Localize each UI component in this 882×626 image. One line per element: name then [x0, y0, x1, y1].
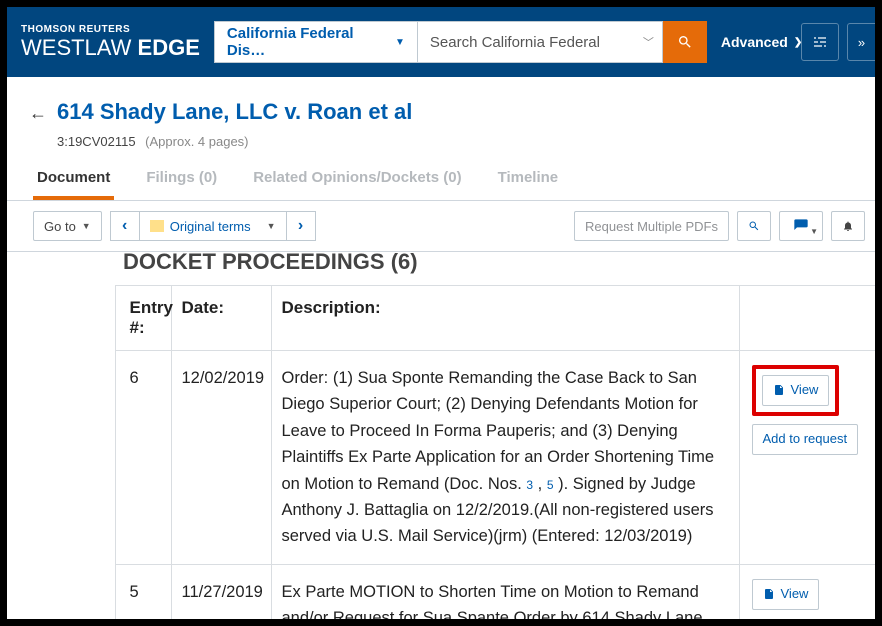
cell-description: Order: (1) Sua Sponte Remanding the Case…: [271, 351, 739, 565]
search-placeholder: Search California Federal: [430, 34, 600, 51]
docket-number: 3:19CV02115: [57, 134, 136, 149]
view-pdf-button[interactable]: View: [752, 579, 820, 610]
caret-down-icon: ▼: [82, 221, 91, 231]
table-row: 5 11/27/2019 Ex Parte MOTION to Shorten …: [7, 564, 875, 619]
double-chevron-icon: »: [858, 35, 865, 50]
brand-product: WESTLAW EDGE: [21, 35, 200, 60]
back-button[interactable]: ←: [29, 103, 47, 124]
original-terms-dropdown[interactable]: Original terms ▼: [140, 211, 286, 241]
alerts-button[interactable]: [831, 211, 865, 241]
tab-filings[interactable]: Filings (0): [142, 169, 221, 200]
search-icon: [677, 34, 693, 50]
table-row: 6 12/02/2019 Order: (1) Sua Sponte Reman…: [7, 351, 875, 565]
doc-link[interactable]: 5: [547, 478, 554, 492]
chevron-down-icon: ﹀: [643, 34, 654, 50]
caret-down-icon: ▼: [395, 37, 405, 48]
cell-entry: 5: [115, 564, 171, 619]
app-header: THOMSON REUTERS WESTLAW EDGE California …: [7, 7, 875, 77]
chevron-left-icon: ‹: [122, 217, 127, 235]
caret-down-icon: ▼: [267, 221, 276, 231]
advanced-search-link[interactable]: Advanced ❯: [721, 34, 802, 50]
cell-date: 12/02/2019: [171, 351, 271, 565]
case-title[interactable]: 614 Shady Lane, LLC v. Roan et al: [57, 99, 412, 125]
jurisdiction-dropdown[interactable]: California Federal Dis… ▼: [214, 21, 418, 63]
next-term-button[interactable]: ›: [286, 211, 316, 241]
note-icon: [792, 218, 810, 234]
jurisdiction-label: California Federal Dis…: [227, 25, 395, 59]
tab-timeline[interactable]: Timeline: [494, 169, 563, 200]
toggle-panel-button[interactable]: [801, 23, 839, 61]
bell-icon: [842, 218, 854, 234]
sliders-icon: [812, 34, 828, 50]
goto-dropdown[interactable]: Go to ▼: [33, 211, 102, 241]
pdf-icon: [763, 587, 775, 601]
col-date-header: Date:: [171, 286, 271, 351]
tab-related[interactable]: Related Opinions/Dockets (0): [249, 169, 465, 200]
expand-panel-button[interactable]: »: [847, 23, 875, 61]
highlight-swatch-icon: [150, 220, 164, 232]
case-subtitle: 3:19CV02115 (Approx. 4 pages): [7, 134, 875, 149]
search-within-button[interactable]: [737, 211, 771, 241]
search-input[interactable]: Search California Federal ﹀: [418, 21, 663, 63]
document-tabs: Document Filings (0) Related Opinions/Do…: [7, 149, 875, 201]
search-button[interactable]: [663, 21, 707, 63]
brand-vendor: THOMSON REUTERS: [21, 25, 200, 35]
chevron-right-icon: ›: [298, 217, 303, 235]
caret-down-icon: ▼: [810, 227, 818, 236]
annotate-dropdown[interactable]: ▼: [779, 211, 823, 241]
brand-logo: THOMSON REUTERS WESTLAW EDGE: [21, 25, 200, 59]
prev-term-button[interactable]: ‹: [110, 211, 140, 241]
view-pdf-button[interactable]: View: [762, 375, 830, 406]
search-icon: [748, 218, 760, 234]
cell-description: Ex Parte MOTION to Shorten Time on Motio…: [271, 564, 739, 619]
page-count: (Approx. 4 pages): [145, 134, 248, 149]
highlight-annotation: View: [752, 365, 840, 416]
tab-document[interactable]: Document: [33, 169, 114, 200]
section-heading: DOCKET PROCEEDINGS (6): [7, 241, 875, 285]
add-to-request-button[interactable]: Add to request: [752, 424, 859, 455]
request-pdfs-button[interactable]: Request Multiple PDFs: [574, 211, 729, 241]
pdf-icon: [773, 383, 785, 397]
docket-table: Entry #: Date: Description: 6 12/02/2019…: [7, 285, 875, 619]
col-entry-header: Entry #:: [115, 286, 171, 351]
cell-date: 11/27/2019: [171, 564, 271, 619]
col-desc-header: Description:: [271, 286, 739, 351]
cell-entry: 6: [115, 351, 171, 565]
